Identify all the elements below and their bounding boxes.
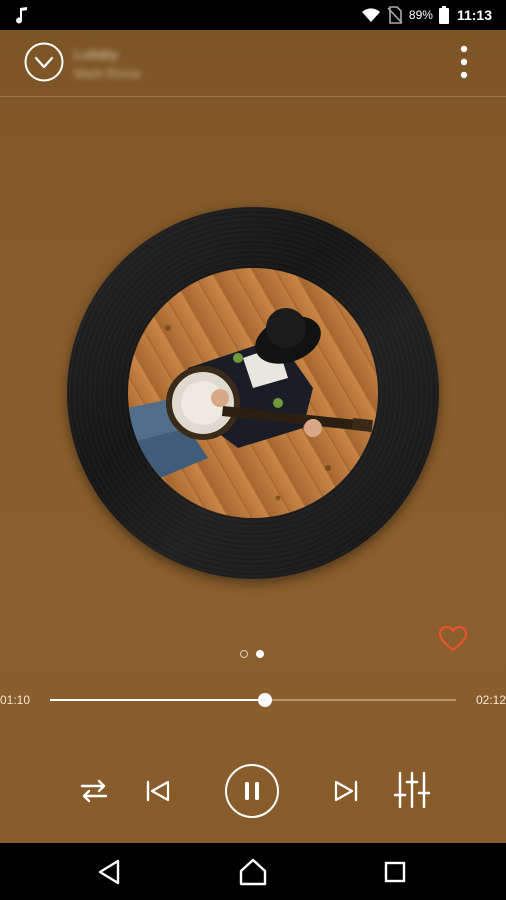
player-screen: 89% 11:13 Lullaby Mark Rome 01:10 02:12: [0, 0, 506, 900]
system-nav-bar: [0, 843, 506, 900]
elapsed-time: 01:10: [0, 693, 31, 707]
total-time: 02:12: [475, 693, 506, 707]
song-title: Lullaby: [74, 46, 119, 62]
seek-bar-thumb[interactable]: [258, 693, 273, 707]
song-info: Lullaby Mark Rome: [74, 46, 141, 81]
pause-button[interactable]: [225, 764, 279, 818]
next-icon: [334, 780, 358, 802]
no-sim-icon: [387, 6, 403, 24]
previous-button[interactable]: [142, 775, 174, 807]
favorite-heart-icon[interactable]: [438, 624, 468, 652]
shuffle-button[interactable]: [76, 773, 112, 809]
song-artist: Mark Rome: [74, 66, 142, 81]
more-options-icon[interactable]: [454, 44, 474, 82]
status-bar: 89% 11:13: [0, 0, 506, 30]
page-indicator: [240, 650, 264, 658]
page-dot-2[interactable]: [256, 650, 264, 658]
equalizer-button[interactable]: [392, 770, 432, 810]
wifi-icon: [361, 8, 380, 22]
home-icon[interactable]: [238, 857, 268, 887]
status-clock: 11:13: [456, 7, 492, 23]
seek-bar-fill: [50, 699, 266, 701]
collapse-chevron-button[interactable]: [24, 42, 64, 82]
back-icon[interactable]: [94, 857, 124, 887]
shuffle-icon: [80, 779, 108, 803]
album-art: [128, 268, 378, 518]
next-button[interactable]: [330, 775, 362, 807]
pause-icon: [245, 782, 259, 800]
banjo-player-illustration: [128, 308, 373, 501]
music-note-icon: [16, 7, 27, 24]
battery-icon: [438, 6, 449, 24]
previous-icon: [146, 780, 170, 802]
vinyl-record: [67, 207, 439, 579]
battery-percent: 89%: [408, 8, 433, 22]
player-top-bar: Lullaby Mark Rome: [0, 30, 506, 97]
recent-apps-icon[interactable]: [380, 857, 410, 887]
seek-bar[interactable]: [50, 693, 456, 707]
equalizer-icon: [394, 771, 430, 809]
page-dot-1[interactable]: [240, 650, 248, 658]
